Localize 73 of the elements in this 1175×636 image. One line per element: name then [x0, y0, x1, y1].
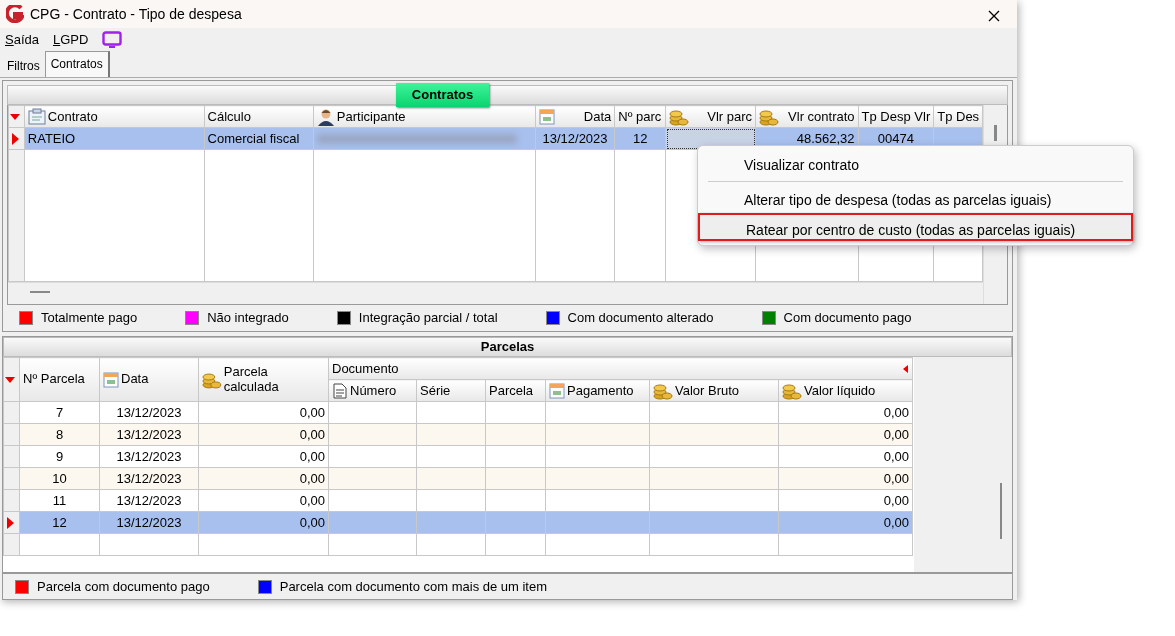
table-cell: 0,00	[883, 448, 909, 464]
tab[interactable]: Contratos	[44, 51, 110, 77]
monitor-icon	[102, 31, 123, 49]
coins-icon	[202, 370, 222, 389]
coins-icon	[759, 107, 780, 126]
table-cell: 13/12/2023	[542, 130, 608, 146]
app-logo-icon	[6, 5, 24, 23]
window-title: CPG - Contrato - Tipo de despesa	[30, 4, 242, 24]
menu-item[interactable]: Saída	[5, 30, 39, 50]
table-cell: 0,00	[299, 426, 325, 442]
table-cell: 13/12/2023	[116, 492, 182, 508]
table-cell: 10	[52, 470, 67, 486]
legend-label: Não integrado	[207, 309, 289, 328]
table-row[interactable]: RATEIO Comercial fiscal 13/12/2023 12 48.562,32 00474	[8, 127, 983, 150]
table-row[interactable]: 8 13/12/2023 0,00 0,00	[3, 423, 913, 446]
table-cell: 0,00	[883, 426, 909, 442]
table-cell: 0,00	[883, 470, 909, 486]
row-pointer-icon	[4, 516, 16, 531]
coins-icon	[653, 381, 673, 400]
table-cell: 0,00	[883, 514, 909, 530]
table-cell: 0,00	[883, 404, 909, 420]
table-row[interactable]: 11 13/12/2023 0,00 0,00	[3, 489, 913, 512]
table-cell: 9	[55, 448, 64, 464]
table-cell: 12	[633, 130, 648, 146]
person-icon	[316, 107, 335, 126]
legend-label: Com documento pago	[783, 309, 912, 328]
document-icon	[332, 382, 348, 399]
calendar-icon	[549, 382, 565, 399]
legend-label: Integração parcial / total	[358, 309, 498, 328]
legend-label: Parcela com documento com mais de um item	[279, 577, 548, 596]
table-cell: 0,00	[299, 470, 325, 486]
legend-label: Com documento alterado	[567, 309, 714, 328]
coins-icon	[782, 381, 802, 400]
section-title: Contratos	[395, 83, 490, 107]
table-cell: 0,00	[299, 448, 325, 464]
table-cell: 12	[52, 514, 67, 530]
legend-label: Parcela com documento pago	[37, 577, 210, 596]
table-cell: 0,00	[883, 492, 909, 508]
table-cell: 13/12/2023	[116, 426, 182, 442]
clipboard-icon	[27, 108, 46, 125]
table-cell: Comercial fiscal	[207, 130, 300, 146]
column-group-header: Documento	[332, 359, 399, 378]
table-row[interactable]: 10 13/12/2023 0,00 0,00	[3, 467, 913, 490]
table-row[interactable]: 9 13/12/2023 0,00 0,00	[3, 445, 913, 468]
table-cell: 0,00	[299, 492, 325, 508]
table-cell: 11	[52, 492, 67, 508]
table-cell: 13/12/2023	[116, 514, 182, 530]
legend-label: Totalmente pago	[41, 309, 138, 328]
table-cell: 8	[55, 426, 64, 442]
coins-icon	[669, 107, 690, 126]
menu-item[interactable]: Ratear por centro de custo (todas as parcelas iguais)	[698, 213, 1133, 241]
tab[interactable]: Filtros	[2, 55, 45, 77]
table-cell: 0,00	[299, 404, 325, 420]
table-cell: RATEIO	[27, 130, 76, 146]
menu-item[interactable]: Visualizar contrato	[698, 150, 1133, 178]
table-cell: 0,00	[299, 514, 325, 530]
table-cell: 7	[55, 404, 64, 420]
collapse-arrow-icon	[901, 363, 909, 374]
calendar-icon	[103, 371, 119, 388]
column-header[interactable]: Data	[121, 372, 149, 387]
section-title: Parcelas	[480, 338, 535, 357]
menu-item[interactable]: Alterar tipo de despesa (todas as parcelas iguais)	[698, 185, 1133, 213]
table-row[interactable]: 7 13/12/2023 0,00 0,00	[3, 401, 913, 424]
table-cell: 13/12/2023	[116, 470, 182, 486]
table-row[interactable]: 12 13/12/2023 0,00 0,00	[3, 511, 913, 534]
table-cell: 13/12/2023	[116, 448, 182, 464]
calendar-icon	[538, 108, 555, 125]
close-icon	[987, 8, 1001, 23]
table-cell: 48.562,32	[796, 130, 855, 146]
table-cell: 13/12/2023	[116, 404, 182, 420]
menu-item[interactable]: LGPD	[53, 30, 89, 50]
row-pointer-icon	[9, 132, 21, 147]
table-cell: 00474	[877, 130, 914, 146]
